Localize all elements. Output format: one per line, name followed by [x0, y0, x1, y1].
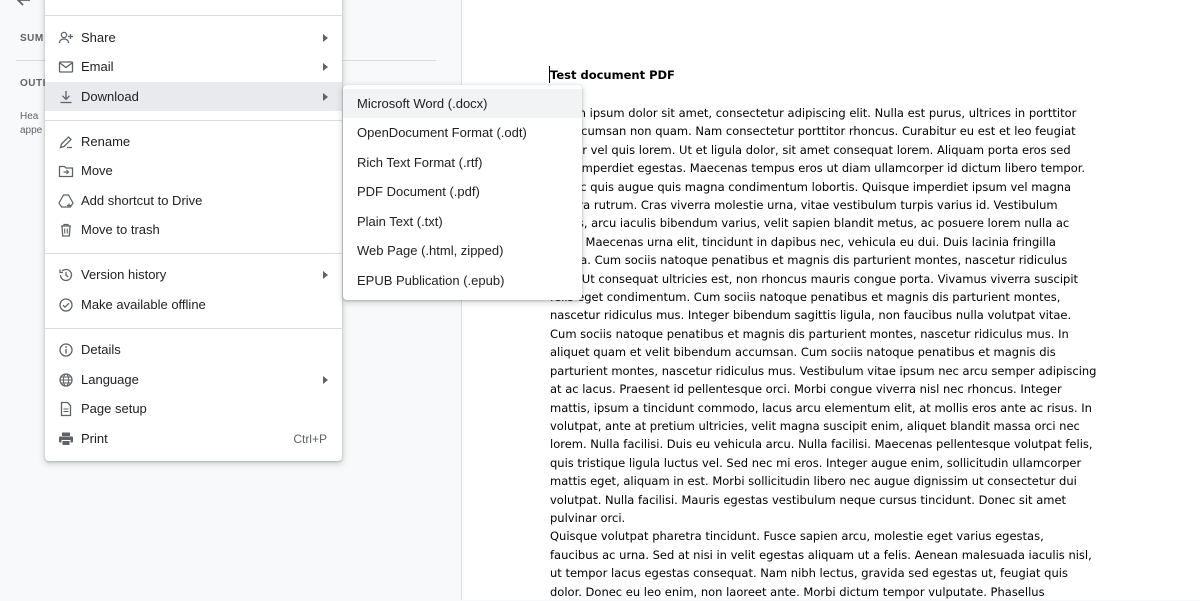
download-option-docx[interactable]: Microsoft Word (.docx): [343, 89, 582, 118]
globe-icon: [57, 371, 75, 389]
submenu-arrow-icon: [323, 33, 328, 42]
body-line: quis tristique ligula luctus vel. Sed ne…: [550, 455, 1082, 470]
rename-icon: [57, 133, 75, 151]
body-line: aliquet quam et velit bibendum accumsan.…: [550, 345, 1056, 360]
body-line: mollis, arcu iaculis bibendum varius, ve…: [550, 216, 1070, 231]
menu-item-version-history[interactable]: Version history: [45, 260, 342, 289]
menu-item-label: Move: [81, 163, 113, 178]
body-line: pulvinar orci.: [550, 510, 626, 525]
menu-separator: [45, 253, 342, 254]
body-line: auctor vel quis lorem. Ut et ligula dolo…: [550, 142, 1071, 157]
info-icon: [57, 341, 75, 359]
submenu-arrow-icon: [323, 375, 328, 384]
menu-item-email[interactable]: Email: [45, 52, 342, 81]
download-option-label: Web Page (.html, zipped): [357, 243, 504, 258]
download-option-label: PDF Document (.pdf): [357, 184, 480, 199]
download-icon: [57, 88, 75, 106]
menu-item-page-setup[interactable]: Page setup: [45, 394, 342, 423]
menu-item-share[interactable]: Share: [45, 23, 342, 52]
move-folder-icon: [57, 162, 75, 180]
download-option-label: Rich Text Format (.rtf): [357, 155, 483, 170]
menu-item-rename[interactable]: Rename: [45, 127, 342, 156]
menu-separator: [45, 328, 342, 329]
menu-item-language[interactable]: Language: [45, 365, 342, 394]
download-submenu: Microsoft Word (.docx) OpenDocument Form…: [343, 85, 582, 300]
menu-item-add-shortcut[interactable]: Add shortcut to Drive: [45, 186, 342, 215]
offline-icon: [57, 296, 75, 314]
menu-item-move-to-trash[interactable]: Move to trash: [45, 215, 342, 244]
page-setup-icon: [57, 400, 75, 418]
body-line: dolor. Maecenas urna elit, tincidunt in …: [550, 234, 1056, 249]
body-line: parturient montes, nascetur ridiculus mu…: [550, 363, 1097, 378]
body-line: Quisque volutpat pharetra tincidunt. Fus…: [550, 529, 1044, 544]
download-option-label: OpenDocument Format (.odt): [357, 125, 527, 140]
menu-item-label: Email: [81, 59, 114, 74]
menu-item-label: Rename: [81, 134, 131, 149]
download-option-label: Plain Text (.txt): [357, 214, 443, 229]
menu-item-label: Print: [81, 431, 108, 446]
body-line: faucibus ac urna. Sed at nisi in velit e…: [550, 547, 1092, 562]
menu-item-move[interactable]: Move: [45, 156, 342, 185]
menu-item-label: Share: [81, 30, 116, 45]
drive-shortcut-icon: [57, 192, 75, 210]
menu-item-label: Details: [81, 342, 121, 357]
body-line: Cum sociis natoque penatibus et magnis d…: [550, 326, 1069, 341]
body-line: nascetur ridiculus mus. Integer bibendum…: [550, 308, 1072, 323]
body-line: ut tempor lacus egestas consequat. Nam n…: [550, 566, 1068, 581]
menu-item-print[interactable]: Print Ctrl+P: [45, 424, 342, 453]
body-line: velit imperdiet egestas. Maecenas tempus…: [550, 161, 1086, 176]
body-line: viverra rutrum. Cras viverra molestie ur…: [550, 198, 1058, 213]
body-line: felis eget condimentum. Cum sociis natoq…: [550, 290, 1061, 305]
download-option-label: EPUB Publication (.epub): [357, 273, 505, 288]
menu-item-label: Move to trash: [81, 222, 160, 237]
download-option-pdf[interactable]: PDF Document (.pdf): [343, 177, 582, 206]
history-icon: [57, 266, 75, 284]
body-line: mus. Ut consequat ultricies est, non rho…: [550, 271, 1079, 286]
menu-item-label: Page setup: [81, 401, 147, 416]
menu-item-label: Language: [81, 372, 139, 387]
download-option-rtf[interactable]: Rich Text Format (.rtf): [343, 148, 582, 177]
outline-hint-line-2: appe: [20, 125, 43, 136]
body-line: Lorem ipsum dolor sit amet, consectetur …: [550, 106, 1077, 120]
menu-item-details[interactable]: Details: [45, 335, 342, 364]
body-line: volutpat. Nulla facilisi. Mauris egestas…: [550, 492, 1067, 507]
menu-item-label: Download: [81, 89, 139, 104]
back-arrow-icon[interactable]: [14, 0, 34, 10]
file-menu: Share Email Download Rename Move Add sho…: [45, 0, 342, 461]
summary-label: SUM: [20, 33, 44, 44]
menu-item-label: Make available offline: [81, 297, 206, 312]
submenu-arrow-icon: [323, 62, 328, 71]
person-add-icon: [57, 29, 75, 47]
body-line: lorem. Nulla facilisi. Duis eu vehicula …: [550, 437, 1093, 452]
body-line: massa. Cum sociis natoque penatibus et m…: [550, 253, 1068, 268]
print-shortcut: Ctrl+P: [293, 431, 327, 446]
download-option-odt[interactable]: OpenDocument Format (.odt): [343, 118, 582, 147]
trash-icon: [57, 221, 75, 239]
menu-separator: [45, 15, 342, 16]
body-line: in, accumsan non quam. Nam consectetur p…: [550, 124, 1076, 139]
menu-separator: [45, 120, 342, 121]
body-line: at ac lacus. Praesent id pellentesque or…: [550, 382, 1062, 397]
submenu-arrow-icon: [323, 92, 328, 101]
menu-item-label: Add shortcut to Drive: [81, 193, 203, 208]
menu-item-download[interactable]: Download: [45, 82, 342, 111]
document-title: Test document PDF: [550, 68, 675, 82]
body-line: volutpat, ante at pretium ultricies, vel…: [550, 418, 1080, 433]
email-icon: [57, 58, 75, 76]
submenu-arrow-icon: [323, 270, 328, 279]
body-line: dolor. Donec eu leo enim, non laoreet an…: [550, 584, 1045, 599]
body-line: Donec quis augue quis magna condimentum …: [550, 179, 1072, 194]
menu-item-make-offline[interactable]: Make available offline: [45, 290, 342, 319]
download-option-epub[interactable]: EPUB Publication (.epub): [343, 266, 582, 295]
download-option-label: Microsoft Word (.docx): [357, 96, 488, 111]
document-body[interactable]: Lorem ipsum dolor sit amet, consectetur …: [550, 104, 1116, 601]
download-option-txt[interactable]: Plain Text (.txt): [343, 207, 582, 236]
download-option-html[interactable]: Web Page (.html, zipped): [343, 236, 582, 265]
print-icon: [57, 430, 75, 448]
menu-item-label: Version history: [81, 267, 167, 282]
body-line: mattis eget, aliquam in est. Morbi solli…: [550, 474, 1077, 489]
outline-hint-line-1: Hea: [20, 111, 39, 122]
body-line: mattis, ipsum a tincidunt commodo, lacus…: [550, 400, 1092, 415]
